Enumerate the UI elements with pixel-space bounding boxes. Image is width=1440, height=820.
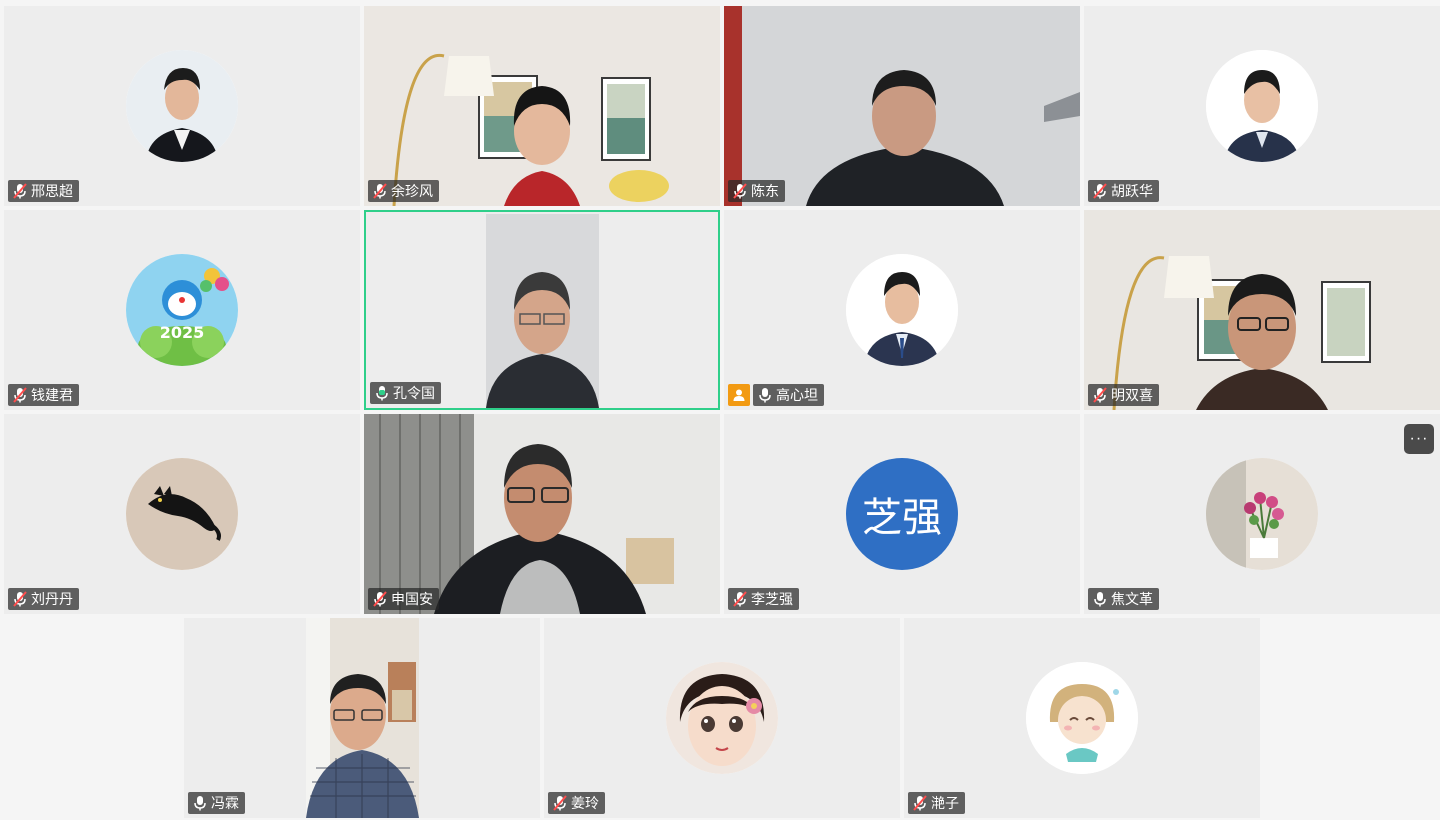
avatar: 2025 <box>126 254 238 366</box>
video-feed <box>364 414 720 614</box>
initials-avatar: 芝强 <box>846 458 958 570</box>
avatar <box>1206 50 1318 162</box>
participant-name: 钱建君 <box>31 388 73 404</box>
participant-name: 明双喜 <box>1111 388 1153 404</box>
participant-tile[interactable]: 陈东 <box>724 6 1080 206</box>
video-feed <box>364 6 720 206</box>
participant-tile[interactable]: 滟子 <box>904 618 1260 818</box>
mic-off-icon <box>1093 387 1107 403</box>
mic-speaking-icon <box>376 386 388 401</box>
avatar <box>666 662 778 774</box>
participant-tile[interactable]: 申国安 <box>364 414 720 614</box>
video-feed <box>306 618 419 818</box>
mic-icon <box>1094 592 1106 607</box>
participant-name: 孔令国 <box>393 386 435 402</box>
mic-off-icon <box>13 183 27 199</box>
avatar <box>846 254 958 366</box>
participant-tile[interactable]: 冯霖 <box>184 618 540 818</box>
participant-name: 邢思超 <box>31 184 73 200</box>
participant-name: 胡跃华 <box>1111 184 1153 200</box>
participant-tile[interactable]: 明双喜 <box>1084 210 1440 410</box>
mic-icon <box>759 388 771 403</box>
mic-off-icon <box>13 387 27 403</box>
video-feed <box>486 214 599 408</box>
mic-off-icon <box>373 591 387 607</box>
avatar-initials: 芝强 <box>862 495 942 541</box>
svg-text:2025: 2025 <box>160 323 205 342</box>
participant-tile[interactable]: 芝强 李芝强 <box>724 414 1080 614</box>
mic-off-icon <box>1093 183 1107 199</box>
participant-tile[interactable]: 余珍风 <box>364 6 720 206</box>
mic-off-icon <box>733 183 747 199</box>
participant-name: 刘丹丹 <box>31 592 73 608</box>
video-feed <box>724 6 1080 206</box>
participant-name: 冯霖 <box>211 796 239 812</box>
participant-name: 焦文革 <box>1111 592 1153 608</box>
participant-tile[interactable]: 邢思超 <box>4 6 360 206</box>
mic-off-icon <box>913 795 927 811</box>
mic-off-icon <box>553 795 567 811</box>
video-feed <box>1084 210 1440 410</box>
more-options-button[interactable]: ··· <box>1404 424 1434 454</box>
mic-off-icon <box>373 183 387 199</box>
participant-name: 李芝强 <box>751 592 793 608</box>
participant-name: 申国安 <box>391 592 433 608</box>
avatar <box>1206 458 1318 570</box>
mic-off-icon <box>733 591 747 607</box>
participant-tile[interactable]: 姜玲 <box>544 618 900 818</box>
participant-name: 陈东 <box>751 184 779 200</box>
participant-tile[interactable]: 刘丹丹 <box>4 414 360 614</box>
mic-icon <box>194 796 206 811</box>
participant-tile[interactable]: 胡跃华 <box>1084 6 1440 206</box>
participant-name: 余珍风 <box>391 184 433 200</box>
person-icon <box>728 384 750 406</box>
avatar <box>126 458 238 570</box>
participant-tile-active-speaker[interactable]: 孔令国 <box>364 210 720 410</box>
mic-off-icon <box>13 591 27 607</box>
participant-tile[interactable]: ··· 焦文革 <box>1084 414 1440 614</box>
avatar <box>1026 662 1138 774</box>
participant-name: 滟子 <box>931 796 959 812</box>
more-icon: ··· <box>1409 430 1429 447</box>
participant-tile[interactable]: 高心坦 <box>724 210 1080 410</box>
participant-name: 姜玲 <box>571 796 599 812</box>
avatar <box>126 50 238 162</box>
participant-tile[interactable]: 2025 钱建君 <box>4 210 360 410</box>
participant-name: 高心坦 <box>776 388 818 404</box>
